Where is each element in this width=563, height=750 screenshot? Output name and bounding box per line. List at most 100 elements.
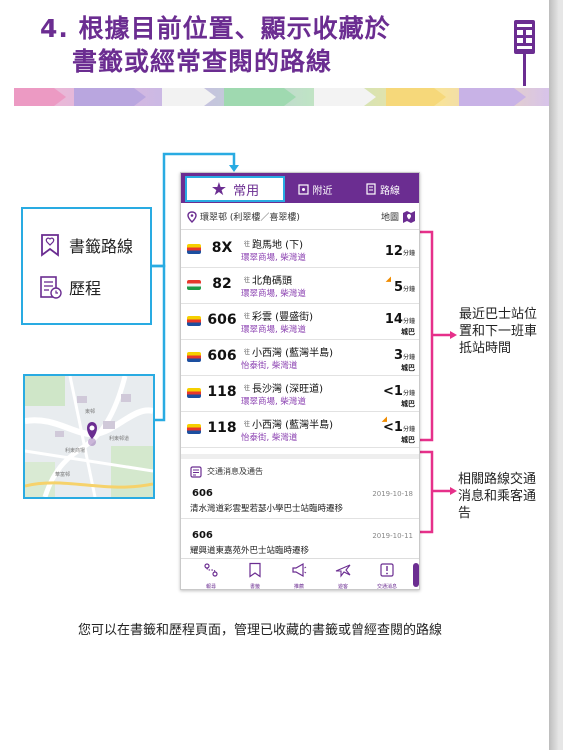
map-button-label[interactable]: 地圖 <box>381 210 399 223</box>
tab-favourite-label: 常用 <box>233 183 260 199</box>
notice-message: 清水灣道彩雲聖若瑟小學巴士站臨時遷移 <box>190 504 344 514</box>
location-bar[interactable]: 環翠邨 (利翠樓／喜翠樓) 地圖 <box>181 204 419 230</box>
route-destination: 小西灣 (藍灣半島) <box>252 348 333 359</box>
route-number: 8X <box>211 240 233 256</box>
route-eta: <1分鐘 <box>383 420 415 435</box>
map-road-label: 華富邨 <box>55 471 70 478</box>
notice-date: 2019-10-18 <box>372 490 413 498</box>
eta-value: 5 <box>393 280 403 295</box>
tab-nearby[interactable]: 附近 <box>285 176 345 202</box>
history-label: 歷程 <box>69 279 102 298</box>
route-number: 606 <box>207 312 237 328</box>
eta-unit: 分鐘 <box>402 426 415 433</box>
to-prefix: 往 <box>244 241 251 248</box>
bookmark-route-entry[interactable]: 書籤路線 <box>37 231 133 259</box>
notice-icon <box>190 465 202 478</box>
bookmark-icon <box>249 562 261 578</box>
phone-screen: ★ 常用 附近 路線 環翠邨 (利翠樓／喜翠樓) 地圖 8X 往 跑馬地 (下)… <box>180 172 420 590</box>
megaphone-icon <box>292 562 307 578</box>
to-prefix: 往 <box>244 313 251 320</box>
route-stop: 環翠商場, 柴灣道 <box>241 289 306 299</box>
route-eta: <1分鐘 <box>383 384 415 399</box>
notice-date: 2019-10-11 <box>372 532 413 540</box>
traffic-news-icon <box>380 563 394 577</box>
map-road-label: 利東商場 <box>65 447 85 454</box>
route-eta: 3分鐘 <box>394 348 415 363</box>
history-icon <box>40 276 62 299</box>
map-graphic: 利東商場 東邨 華富邨 利東邨道 <box>25 376 153 497</box>
route-number: 118 <box>207 420 237 436</box>
nav-traffic-news[interactable]: 交通消息 <box>365 562 409 590</box>
to-prefix: 往 <box>244 385 251 392</box>
route-stop: 怡泰街, 柴灣道 <box>241 361 298 371</box>
notice-message: 耀興道東嘉苑外巴士站臨時遷移 <box>190 546 310 556</box>
page-title: 4. 根據目前位置、顯示收藏於 書籤或經常查閱的路線 <box>40 12 391 78</box>
to-prefix: 往 <box>244 349 251 356</box>
map-thumbnail[interactable]: 利東商場 東邨 華富邨 利東邨道 <box>23 374 155 499</box>
tab-route-label: 路線 <box>380 185 400 197</box>
route-number: 82 <box>212 276 232 292</box>
operator-flag-icon <box>187 280 201 290</box>
eta-value: 14 <box>384 312 403 327</box>
route-number: 118 <box>207 384 237 400</box>
airplane-icon <box>335 564 351 578</box>
eta-value: 12 <box>384 244 403 259</box>
bottom-navigation: 報尋 書籤 推薦 遊客 交通消息 <box>181 558 419 590</box>
operator-flag-icon <box>187 316 201 326</box>
tab-route[interactable]: 路線 <box>345 176 419 202</box>
route-destination: 長沙灣 (深旺道) <box>252 384 323 395</box>
notice-route: 606 <box>192 530 213 541</box>
route-eta: 14分鐘 <box>385 312 415 327</box>
footer-note: 您可以在書籤和歷程頁面，管理已收藏的書籤或曾經查閱的路線 <box>78 623 443 638</box>
eta-unit: 分鐘 <box>402 354 415 361</box>
nav-recommend-label: 推薦 <box>293 584 304 590</box>
route-number: 606 <box>207 348 237 364</box>
location-name: 環翠邨 (利翠樓／喜翠樓) <box>200 213 300 223</box>
scroll-indicator[interactable] <box>413 563 419 587</box>
route-operator: 城巴 <box>401 328 415 336</box>
eta-value: 3 <box>393 348 403 363</box>
operator-flag-icon <box>187 244 201 254</box>
route-row[interactable]: 118 往小西灣 (藍灣半島) 怡泰街, 柴灣道 <1分鐘 城巴 ◢ <box>181 413 419 448</box>
notice-caption: 相關路線交通消息和乘客通告 <box>458 472 537 521</box>
nav-search[interactable]: 報尋 <box>189 562 233 590</box>
route-destination: 彩雲 (豐盛街) <box>252 312 313 323</box>
eta-unit: 分鐘 <box>402 286 415 293</box>
route-stop: 環翠商場, 柴灣道 <box>241 325 306 335</box>
to-prefix: 往 <box>244 277 251 284</box>
route-operator: 城巴 <box>401 436 415 444</box>
nav-recommend[interactable]: 推薦 <box>277 562 321 590</box>
nav-bookmark[interactable]: 書籤 <box>233 562 277 589</box>
route-stop: 環翠商場, 柴灣道 <box>241 253 306 263</box>
route-row[interactable]: 606 往彩雲 (豐盛街) 環翠商場, 柴灣道 14分鐘 城巴 <box>181 305 419 340</box>
map-road-label: 利東邨道 <box>109 435 129 442</box>
eta-value: <1 <box>383 384 403 399</box>
nav-search-label: 報尋 <box>205 584 216 590</box>
map-road-label: 東邨 <box>85 408 95 415</box>
operator-flag-icon <box>187 352 201 362</box>
tab-favourite[interactable]: ★ 常用 <box>185 176 285 202</box>
nav-visitor[interactable]: 遊客 <box>321 562 365 589</box>
realtime-signal-icon: ◢ <box>385 275 391 283</box>
route-destination: 北角碼頭 <box>252 276 292 287</box>
star-icon: ★ <box>210 178 228 200</box>
route-stop: 怡泰街, 柴灣道 <box>241 433 298 443</box>
map-icon[interactable] <box>402 210 416 224</box>
route-row[interactable]: 606 往小西灣 (藍灣半島) 怡泰街, 柴灣道 3分鐘 城巴 <box>181 341 419 376</box>
notices-title: 交通消息及通告 <box>207 467 263 476</box>
notice-item[interactable]: 606 2019-10-18 清水灣道彩雲聖若瑟小學巴士站臨時遷移 <box>181 485 419 519</box>
route-row[interactable]: 8X 往跑馬地 (下) 環翠商場, 柴灣道 12分鐘 <box>181 233 419 268</box>
history-entry[interactable]: 歷程 <box>37 273 101 301</box>
route-destination: 小西灣 (藍灣半島) <box>252 420 333 431</box>
route-eta: 5分鐘 <box>394 280 415 295</box>
notices-header[interactable]: 交通消息及通告 <box>181 454 419 484</box>
title-line-2: 書籤或經常查閱的路線 <box>72 47 333 76</box>
page-shadow <box>549 0 563 750</box>
nav-traffic-news-label: 交通消息 <box>376 584 397 590</box>
bookmark-route-label: 書籤路線 <box>69 237 134 256</box>
route-row[interactable]: 82 往北角碼頭 環翠商場, 柴灣道 5分鐘 ◢ <box>181 269 419 304</box>
route-icon <box>366 183 376 195</box>
notice-item[interactable]: 606 2019-10-11 耀興道東嘉苑外巴士站臨時遷移 <box>181 527 419 561</box>
route-stop: 環翠商場, 柴灣道 <box>241 397 306 407</box>
route-row[interactable]: 118 往長沙灣 (深旺道) 環翠商場, 柴灣道 <1分鐘 城巴 <box>181 377 419 412</box>
